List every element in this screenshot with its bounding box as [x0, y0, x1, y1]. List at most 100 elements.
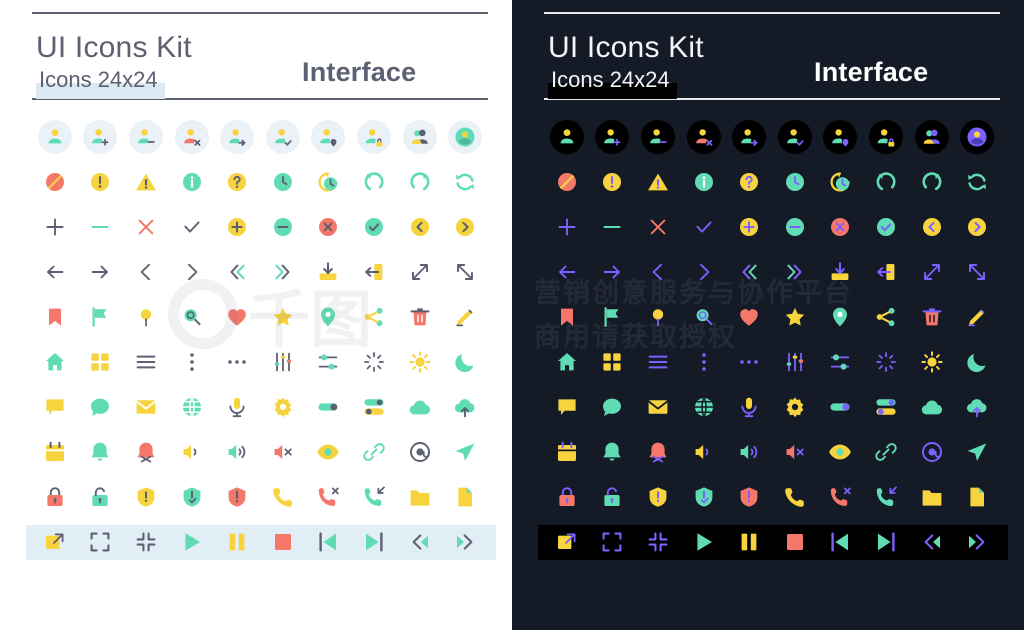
icon-cell-user-lock[interactable] — [351, 114, 397, 159]
icon-cell-more-horizontal[interactable] — [214, 339, 260, 384]
icon-cell-bell-off[interactable] — [123, 429, 169, 474]
icon-cell-stop[interactable] — [260, 519, 306, 564]
icon-cell-at-sign[interactable] — [397, 429, 443, 474]
icon-cell-close-circle[interactable] — [306, 204, 352, 249]
icon-cell-phone-incoming[interactable] — [863, 474, 909, 519]
icon-cell-user-add[interactable] — [590, 114, 636, 159]
icon-cell-bell[interactable] — [78, 429, 124, 474]
icon-cell-chevron-right[interactable] — [681, 249, 727, 294]
icon-cell-user-delete[interactable] — [681, 114, 727, 159]
icon-cell-alert-circle[interactable] — [78, 159, 124, 204]
icon-cell-chevron-right-circle[interactable] — [442, 204, 488, 249]
icon-cell-fullscreen-exit[interactable] — [123, 519, 169, 564]
icon-cell-user-location[interactable] — [818, 114, 864, 159]
icon-cell-history[interactable] — [306, 159, 352, 204]
icon-cell-link[interactable] — [351, 429, 397, 474]
icon-cell-pin[interactable] — [635, 294, 681, 339]
icon-cell-plus-circle[interactable] — [214, 204, 260, 249]
icon-cell-user-avatar[interactable] — [442, 114, 488, 159]
icon-cell-history[interactable] — [818, 159, 864, 204]
icon-cell-user-transfer[interactable] — [214, 114, 260, 159]
icon-cell-chevrons-left[interactable] — [726, 249, 772, 294]
icon-cell-volume-high[interactable] — [214, 429, 260, 474]
icon-cell-bell-off[interactable] — [635, 429, 681, 474]
icon-cell-chevrons-left[interactable] — [214, 249, 260, 294]
icon-cell-clock[interactable] — [772, 159, 818, 204]
icon-cell-undo[interactable] — [863, 159, 909, 204]
icon-cell-share[interactable] — [863, 294, 909, 339]
icon-cell-cloud[interactable] — [397, 384, 443, 429]
icon-cell-menu[interactable] — [635, 339, 681, 384]
icon-cell-info-circle[interactable] — [681, 159, 727, 204]
icon-cell-pause[interactable] — [214, 519, 260, 564]
icon-cell-arrow-right[interactable] — [590, 249, 636, 294]
icon-cell-star[interactable] — [772, 294, 818, 339]
icon-cell-play[interactable] — [169, 519, 215, 564]
icon-cell-microphone[interactable] — [214, 384, 260, 429]
icon-cell-bookmark[interactable] — [32, 294, 78, 339]
icon-cell-folder[interactable] — [909, 474, 955, 519]
icon-cell-more-horizontal[interactable] — [726, 339, 772, 384]
icon-cell-phone-missed[interactable] — [306, 474, 352, 519]
icon-cell-volume-low[interactable] — [169, 429, 215, 474]
icon-cell-sliders-horizontal[interactable] — [818, 339, 864, 384]
icon-cell-clock[interactable] — [260, 159, 306, 204]
icon-cell-logout[interactable] — [863, 249, 909, 294]
icon-cell-bell[interactable] — [590, 429, 636, 474]
icon-cell-chat-bubble[interactable] — [78, 384, 124, 429]
icon-cell-shield-alert[interactable] — [214, 474, 260, 519]
icon-cell-search[interactable] — [681, 294, 727, 339]
icon-cell-flag[interactable] — [590, 294, 636, 339]
icon-cell-alert-circle[interactable] — [590, 159, 636, 204]
icon-cell-comment[interactable] — [544, 384, 590, 429]
icon-cell-chevron-right[interactable] — [169, 249, 215, 294]
icon-cell-user-check[interactable] — [260, 114, 306, 159]
icon-cell-folder[interactable] — [397, 474, 443, 519]
icon-cell-plus[interactable] — [32, 204, 78, 249]
icon-cell-chevron-right-circle[interactable] — [954, 204, 1000, 249]
icon-cell-minus-circle[interactable] — [260, 204, 306, 249]
icon-cell-volume-mute[interactable] — [260, 429, 306, 474]
icon-cell-map-marker[interactable] — [306, 294, 352, 339]
icon-cell-chevron-left-circle[interactable] — [397, 204, 443, 249]
icon-cell-block[interactable] — [32, 159, 78, 204]
icon-cell-plus-circle[interactable] — [726, 204, 772, 249]
icon-cell-sliders-horizontal[interactable] — [306, 339, 352, 384]
icon-cell-bookmark[interactable] — [544, 294, 590, 339]
icon-cell-user-check[interactable] — [772, 114, 818, 159]
icon-cell-toggle-list[interactable] — [351, 384, 397, 429]
icon-cell-shield-check[interactable] — [169, 474, 215, 519]
icon-cell-download-tray[interactable] — [818, 249, 864, 294]
icon-cell-chevron-left[interactable] — [635, 249, 681, 294]
icon-cell-info-circle[interactable] — [169, 159, 215, 204]
icon-cell-gear[interactable] — [260, 384, 306, 429]
icon-cell-user-add[interactable] — [78, 114, 124, 159]
icon-cell-grid[interactable] — [78, 339, 124, 384]
icon-cell-share[interactable] — [351, 294, 397, 339]
icon-cell-users-group[interactable] — [397, 114, 443, 159]
icon-cell-fast-forward[interactable] — [954, 519, 1000, 564]
icon-cell-calendar[interactable] — [32, 429, 78, 474]
icon-cell-gear[interactable] — [772, 384, 818, 429]
icon-cell-shield-alert[interactable] — [726, 474, 772, 519]
icon-cell-expand[interactable] — [397, 249, 443, 294]
icon-cell-shield-check[interactable] — [681, 474, 727, 519]
icon-cell-minus[interactable] — [78, 204, 124, 249]
icon-cell-user-lock[interactable] — [863, 114, 909, 159]
icon-cell-arrow-left[interactable] — [544, 249, 590, 294]
icon-cell-user-transfer[interactable] — [726, 114, 772, 159]
icon-cell-sun[interactable] — [909, 339, 955, 384]
icon-cell-spinner[interactable] — [863, 339, 909, 384]
icon-cell-chevron-left[interactable] — [123, 249, 169, 294]
icon-cell-check-circle[interactable] — [351, 204, 397, 249]
icon-cell-trash[interactable] — [397, 294, 443, 339]
icon-cell-play[interactable] — [681, 519, 727, 564]
icon-cell-phone-incoming[interactable] — [351, 474, 397, 519]
icon-cell-download-tray[interactable] — [306, 249, 352, 294]
icon-cell-redo[interactable] — [909, 159, 955, 204]
icon-cell-user[interactable] — [32, 114, 78, 159]
icon-cell-collapse[interactable] — [954, 249, 1000, 294]
icon-cell-shield[interactable] — [123, 474, 169, 519]
icon-cell-user[interactable] — [544, 114, 590, 159]
icon-cell-skip-back[interactable] — [818, 519, 864, 564]
